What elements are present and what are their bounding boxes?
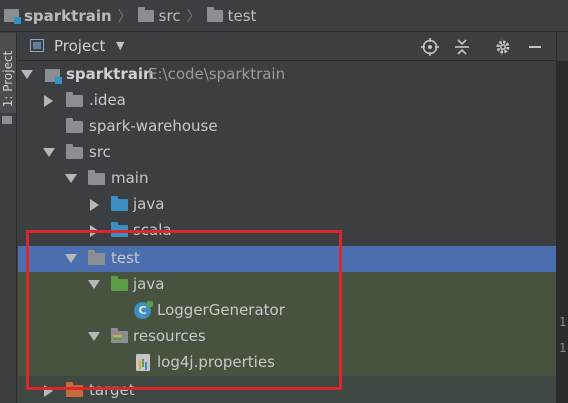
chevron-right-icon[interactable] xyxy=(44,95,53,107)
folder-icon xyxy=(66,118,83,133)
gear-icon[interactable] xyxy=(492,36,514,58)
tree-row-spark-warehouse[interactable]: spark-warehouse xyxy=(18,114,556,140)
editor-area: 1 1 xyxy=(556,33,568,403)
breadcrumb-label: sparktrain xyxy=(24,6,112,25)
module-path: E:\code\sparktrain xyxy=(148,65,286,83)
structure-icon[interactable] xyxy=(2,116,12,124)
breadcrumb-separator: 〉 xyxy=(117,8,132,25)
tree-label: sparktrain xyxy=(66,65,154,83)
folder-icon xyxy=(66,92,83,107)
breadcrumb-label: src xyxy=(158,6,181,25)
navigation-bar: sparktrain 〉 src 〉 test xyxy=(0,0,568,32)
hide-icon[interactable] xyxy=(524,36,546,58)
panel-title[interactable]: Project xyxy=(54,37,105,55)
collapse-all-icon[interactable] xyxy=(451,36,473,58)
breadcrumb-item-src[interactable]: src xyxy=(137,6,181,25)
project-side-tab-label: 1: Project xyxy=(1,50,15,108)
folder-icon xyxy=(206,6,223,22)
breadcrumb-item-test[interactable]: test xyxy=(206,6,257,25)
tree-row-main[interactable]: main xyxy=(18,166,556,192)
locate-icon[interactable] xyxy=(419,36,441,58)
project-side-tab[interactable]: 1: Project xyxy=(0,33,16,113)
folder-icon xyxy=(88,170,105,185)
chevron-down-icon[interactable] xyxy=(21,70,33,79)
project-view-icon xyxy=(30,39,44,52)
tree-label: src xyxy=(89,143,111,161)
tree-label: spark-warehouse xyxy=(89,117,218,135)
folder-icon xyxy=(66,144,83,159)
tree-row-main-java[interactable]: java xyxy=(18,192,556,218)
chevron-down-icon[interactable]: ▼ xyxy=(116,39,124,52)
chevron-down-icon[interactable] xyxy=(43,148,55,157)
breadcrumb-item-sparktrain[interactable]: sparktrain xyxy=(4,7,112,25)
folder-icon xyxy=(137,6,154,22)
tree-label: java xyxy=(133,195,165,213)
project-panel-header: Project ▼ xyxy=(18,33,556,61)
module-icon xyxy=(4,9,21,24)
module-icon xyxy=(45,69,62,84)
source-folder-icon xyxy=(111,196,128,211)
tree-row-src[interactable]: src xyxy=(18,140,556,166)
tree-label: main xyxy=(111,169,149,187)
breadcrumb-separator: 〉 xyxy=(186,8,201,25)
editor-tab-bar xyxy=(557,33,568,61)
tree-label: .idea xyxy=(89,91,126,109)
tree-row-idea[interactable]: .idea xyxy=(18,88,556,114)
chevron-down-icon[interactable] xyxy=(65,174,77,183)
breadcrumb-label: test xyxy=(227,6,257,25)
line-number: 1 xyxy=(559,341,567,355)
highlight-annotation-box xyxy=(26,230,342,390)
line-number: 1 xyxy=(559,315,567,329)
tree-row-sparktrain[interactable]: sparktrain E:\code\sparktrain xyxy=(18,62,556,88)
chevron-right-icon[interactable] xyxy=(90,199,99,211)
